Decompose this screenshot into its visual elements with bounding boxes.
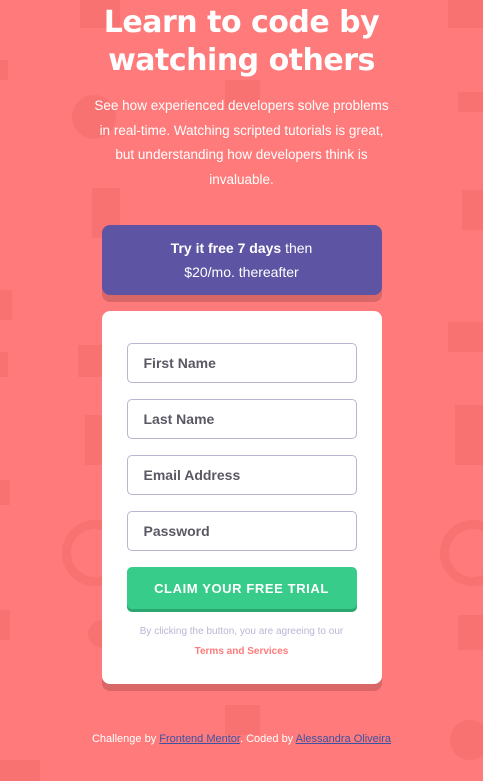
offer-rest-2: $20/mo. thereafter (184, 264, 299, 280)
claim-trial-button[interactable]: CLAIM YOUR FREE TRIAL (126, 567, 357, 609)
offer-banner: Try it free 7 days then $20/mo. thereaft… (101, 225, 382, 295)
headline: Learn to code by watching others (103, 5, 380, 78)
last-name-input[interactable] (126, 399, 357, 439)
email-input[interactable] (126, 455, 357, 495)
first-name-input[interactable] (126, 343, 357, 383)
intro-text: See how experienced developers solve pro… (94, 98, 389, 187)
offer-rest-1: then (281, 240, 313, 256)
offer-bold: Try it free 7 days (170, 240, 282, 256)
terms-text: By clicking the button, you are agreeing… (127, 622, 357, 662)
terms-link[interactable]: Terms and Services (195, 646, 289, 657)
signup-form: CLAIM YOUR FREE TRIAL By clicking the bu… (101, 311, 382, 684)
terms-prefix: By clicking the button, you are agreeing… (139, 626, 344, 637)
offer-text: Try it free 7 days then $20/mo. thereaft… (171, 236, 313, 284)
password-input[interactable] (126, 511, 357, 551)
